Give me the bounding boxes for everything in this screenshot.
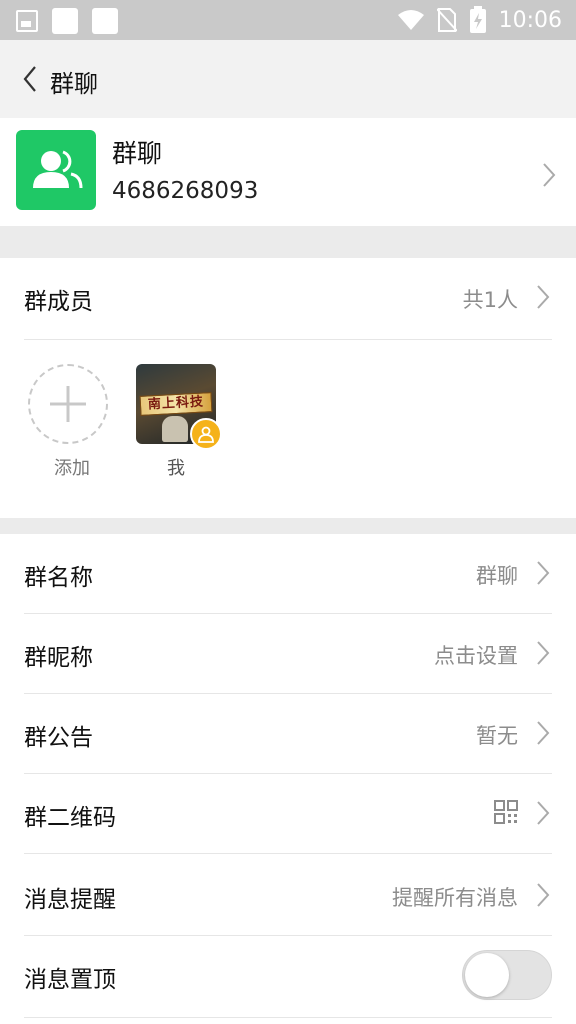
owner-badge-icon — [190, 418, 222, 450]
chevron-right-icon — [537, 285, 550, 309]
row-label: 群名称 — [24, 565, 93, 591]
member-name: 我 — [167, 458, 185, 479]
chevron-right-icon — [537, 561, 550, 585]
chevron-right-icon — [537, 721, 550, 745]
add-member-button[interactable] — [28, 364, 108, 444]
row-label: 群二维码 — [24, 805, 116, 831]
pin-chat-row: 消息置顶 — [24, 936, 552, 1018]
row-label: 群公告 — [24, 725, 93, 751]
plus-icon — [50, 386, 86, 422]
group-nickname-row[interactable]: 群昵称 点击设置 — [24, 614, 552, 694]
group-notice-row[interactable]: 群公告 暂无 — [24, 694, 552, 774]
no-sim-icon — [436, 8, 457, 32]
member-count: 共1人 — [462, 288, 518, 312]
row-label: 消息提醒 — [24, 887, 116, 913]
notification-square-icon — [52, 8, 78, 34]
row-value: 群聊 — [476, 564, 518, 588]
chevron-right-icon — [543, 163, 556, 187]
group-qrcode-row[interactable]: 群二维码 — [24, 774, 552, 854]
row-label: 群昵称 — [24, 645, 93, 671]
row-label: 群成员 — [24, 289, 93, 315]
message-reminder-row[interactable]: 消息提醒 提醒所有消息 — [24, 856, 552, 936]
battery-charging-icon — [469, 6, 486, 33]
row-value: 提醒所有消息 — [392, 886, 518, 910]
back-button[interactable] — [10, 58, 50, 100]
image-icon — [16, 10, 38, 32]
row-value: 点击设置 — [434, 644, 518, 668]
status-time: 10:06 — [498, 7, 562, 33]
status-bar: 10:06 — [0, 0, 576, 40]
section-divider — [0, 518, 576, 534]
group-info-card[interactable]: 群聊 4686268093 — [0, 118, 576, 226]
toggle-knob — [465, 953, 509, 997]
wifi-icon — [397, 10, 424, 30]
chevron-right-icon — [537, 641, 550, 665]
row-value: 暂无 — [476, 724, 518, 748]
notification-square-icon — [92, 8, 118, 34]
avatar-banner-text: 南上科技 — [139, 392, 213, 416]
qrcode-icon — [494, 800, 518, 824]
group-avatar — [16, 130, 96, 210]
chevron-right-icon — [537, 883, 550, 907]
row-label: 消息置顶 — [24, 967, 116, 993]
group-members-row[interactable]: 群成员 共1人 — [24, 258, 552, 340]
add-member-label: 添加 — [54, 458, 90, 479]
chevron-right-icon — [537, 801, 550, 825]
group-id: 4686268093 — [112, 178, 259, 204]
group-users-icon — [33, 150, 83, 189]
page-title: 群聊 — [50, 70, 98, 98]
chevron-left-icon — [23, 66, 36, 92]
group-name: 群聊 — [112, 139, 163, 168]
section-divider — [0, 226, 576, 258]
member-grid: 添加 南上科技 我 — [0, 340, 576, 518]
avatar-figure — [162, 416, 188, 442]
navigation-bar: 群聊 — [0, 40, 576, 118]
group-name-row[interactable]: 群名称 群聊 — [24, 534, 552, 614]
pin-chat-toggle[interactable] — [462, 950, 552, 1000]
